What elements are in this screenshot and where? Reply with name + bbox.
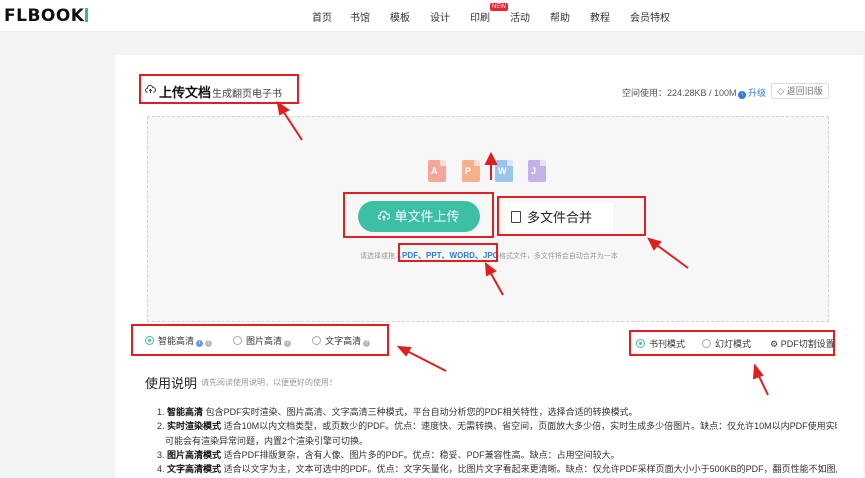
- back-label: 返回旧版: [786, 86, 823, 96]
- nav-events[interactable]: 活动: [510, 9, 530, 24]
- mode-slide[interactable]: 幻灯模式: [702, 339, 751, 349]
- upgrade-label: 升级: [748, 88, 767, 98]
- back-icon: ◇: [777, 86, 785, 96]
- top-navbar: FLBOOK 首页 书馆 模板 设计 印刷 活动 帮助 教程 会员特权 NEW: [0, 0, 865, 32]
- nav-tutorials[interactable]: 教程: [590, 9, 610, 24]
- nav-templates[interactable]: 模板: [390, 9, 410, 24]
- upgrade-link[interactable]: ↑ 升级: [738, 86, 766, 99]
- new-badge: NEW: [490, 3, 508, 11]
- page-subtitle: 生成翻页电子书: [212, 89, 282, 100]
- quality-smart-hd[interactable]: 智能高清 i?: [145, 336, 213, 347]
- document-stack-icon: [511, 211, 521, 223]
- radio-unchecked-icon: [233, 336, 243, 345]
- nav-home[interactable]: 首页: [312, 9, 332, 24]
- manual-title: 使用说明: [145, 376, 198, 391]
- nav-help[interactable]: 帮助: [550, 9, 570, 24]
- radio-checked-icon: [145, 336, 154, 345]
- page-title: 上传文档: [159, 85, 212, 100]
- quality-options: 智能高清 i? 图片高清? 文字高清?: [145, 334, 371, 347]
- manual-list: 1. 智能高清 包含PDF实时渲染、图片高清、文字高清三种模式，平台自动分析您的…: [157, 405, 837, 476]
- manual-subtitle: 请先阅读使用说明，以便更好的使用！: [201, 378, 337, 387]
- list-item: 1. 智能高清 包含PDF实时渲染、图片高清、文字高清三种模式，平台自动分析您的…: [157, 407, 638, 417]
- nav-design[interactable]: 设计: [430, 9, 450, 24]
- single-upload-label: 单文件上传: [394, 209, 460, 224]
- list-item: 2. 实时渲染模式 适合10M以内文档类型，或页数少的PDF。优点：速度快、无需…: [157, 421, 837, 432]
- file-dropzone[interactable]: [147, 116, 829, 322]
- help-icon: ?: [284, 340, 292, 347]
- radio-unchecked-icon: [702, 339, 712, 348]
- quality-image-hd[interactable]: 图片高清?: [233, 336, 292, 347]
- upload-hint: 请选择或拖入PDF、PPT、WORD、JPG格式文件，多文件将会自动合并为一本: [360, 251, 618, 260]
- back-to-old-version-button[interactable]: ◇ 返回旧版: [771, 83, 829, 99]
- pdf-file-icon: A: [428, 160, 446, 182]
- nav-membership[interactable]: 会员特权: [630, 9, 670, 24]
- cloud-upload-icon: [145, 84, 156, 94]
- radio-checked-icon: [636, 339, 645, 348]
- help-icon: ?: [363, 340, 371, 347]
- list-item: 4. 文字高清模式 适合以文字为主，文本可选中的PDF。优点：文字矢量化，比图片…: [157, 464, 837, 475]
- flbook-logo[interactable]: FLBOOK: [4, 6, 89, 26]
- mode-options: 书刊模式 幻灯模式 ⚙ PDF切割设置: [636, 337, 835, 350]
- storage-usage: 空间使用：224.28KB / 100M: [622, 88, 737, 98]
- jpg-file-icon: J: [528, 160, 546, 182]
- nav-library[interactable]: 书馆: [350, 9, 370, 24]
- mode-book[interactable]: 书刊模式: [636, 339, 685, 349]
- help-icon: ?: [205, 340, 213, 347]
- nav-print[interactable]: 印刷: [470, 9, 490, 24]
- pdf-split-settings[interactable]: ⚙ PDF切割设置: [770, 339, 835, 349]
- multi-file-merge-button[interactable]: 多文件合并: [505, 203, 613, 232]
- multi-merge-label: 多文件合并: [527, 210, 593, 225]
- single-file-upload-button[interactable]: 单文件上传: [358, 201, 480, 232]
- word-file-icon: W: [495, 160, 513, 182]
- list-item: 可能会有渲染异常问题，内置2个渲染引擎可切换。: [165, 435, 369, 446]
- up-arrow-icon: ↑: [738, 91, 746, 99]
- cloud-upload-icon: [378, 210, 391, 221]
- list-item: 3. 图片高清模式 适合PDF排版复杂，含有人像、图片多的PDF。优点：稳妥、P…: [157, 449, 620, 460]
- info-icon: i: [196, 340, 204, 347]
- ppt-file-icon: P: [462, 160, 480, 182]
- supported-formats: PDF、PPT、WORD、JPG: [402, 251, 499, 260]
- quality-text-hd[interactable]: 文字高清?: [312, 336, 371, 347]
- radio-unchecked-icon: [312, 336, 322, 345]
- gear-icon: ⚙: [770, 339, 779, 349]
